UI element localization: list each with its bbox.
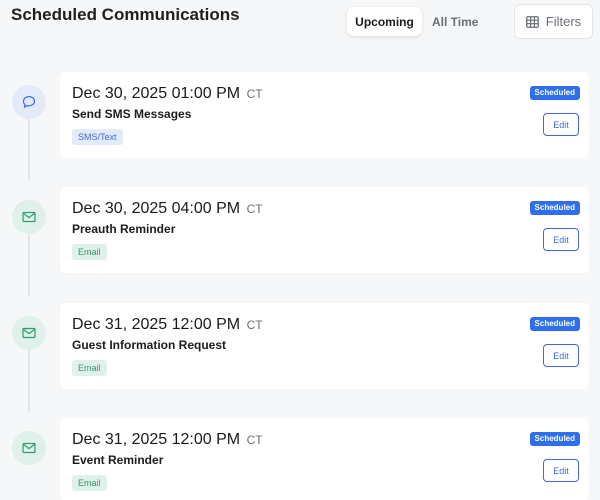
- event-datetime: Dec 30, 2025 04:00 PM CT: [72, 200, 263, 218]
- tab-all-time[interactable]: All Time: [432, 15, 478, 29]
- event-name: Send SMS Messages: [72, 107, 192, 121]
- event-channel-icon: [12, 85, 46, 119]
- status-badge: Scheduled: [529, 432, 580, 446]
- event-name: Event Reminder: [72, 453, 164, 467]
- event-name: Guest Information Request: [72, 338, 227, 352]
- event-timezone: CT: [246, 87, 263, 101]
- status-badge: Scheduled: [529, 317, 580, 331]
- edit-button[interactable]: Edit: [543, 113, 579, 136]
- event-card: Dec 30, 2025 04:00 PM CT Preauth Reminde…: [60, 187, 589, 273]
- channel-tag: Email: [72, 244, 107, 260]
- envelope-icon: [22, 442, 36, 454]
- edit-button[interactable]: Edit: [543, 228, 579, 251]
- event-date: Dec 30, 2025 01:00 PM: [72, 85, 241, 102]
- chat-bubble-icon: [22, 96, 36, 108]
- event-date: Dec 31, 2025 12:00 PM: [72, 431, 241, 448]
- event-timezone: CT: [246, 202, 263, 216]
- event-datetime: Dec 30, 2025 01:00 PM CT: [72, 85, 263, 103]
- page-title: Scheduled Communications: [11, 5, 240, 24]
- event-datetime: Dec 31, 2025 12:00 PM CT: [72, 431, 263, 449]
- event-channel-icon: [12, 431, 46, 465]
- event-timezone: CT: [246, 318, 263, 332]
- tab-upcoming[interactable]: Upcoming: [347, 7, 422, 36]
- table-icon: [525, 15, 539, 28]
- edit-button[interactable]: Edit: [543, 344, 579, 367]
- event-date: Dec 31, 2025 12:00 PM: [72, 316, 241, 333]
- envelope-icon: [22, 211, 36, 223]
- event-card: Dec 31, 2025 12:00 PM CT Guest Informati…: [60, 303, 589, 389]
- event-date: Dec 30, 2025 04:00 PM: [72, 200, 241, 217]
- status-badge: Scheduled: [529, 86, 580, 100]
- timeline-connector: [28, 350, 30, 412]
- event-name: Preauth Reminder: [72, 222, 176, 236]
- event-card: Dec 30, 2025 01:00 PM CT Send SMS Messag…: [60, 72, 589, 158]
- timeline-connector: [28, 119, 30, 181]
- view-toggle: Upcoming All Time: [347, 7, 478, 36]
- event-timezone: CT: [246, 433, 263, 447]
- channel-tag: Email: [72, 360, 107, 376]
- status-badge: Scheduled: [529, 201, 580, 215]
- timeline-connector: [28, 234, 30, 296]
- event-channel-icon: [12, 316, 46, 350]
- envelope-icon: [22, 327, 36, 339]
- event-datetime: Dec 31, 2025 12:00 PM CT: [72, 316, 263, 334]
- edit-button[interactable]: Edit: [543, 459, 579, 482]
- filters-label: Filters: [545, 14, 582, 29]
- channel-tag: Email: [72, 475, 107, 491]
- channel-tag: SMS/Text: [72, 129, 123, 145]
- event-channel-icon: [12, 200, 46, 234]
- filters-button[interactable]: Filters: [514, 4, 593, 39]
- event-card: Dec 31, 2025 12:00 PM CT Event Reminder …: [60, 418, 589, 500]
